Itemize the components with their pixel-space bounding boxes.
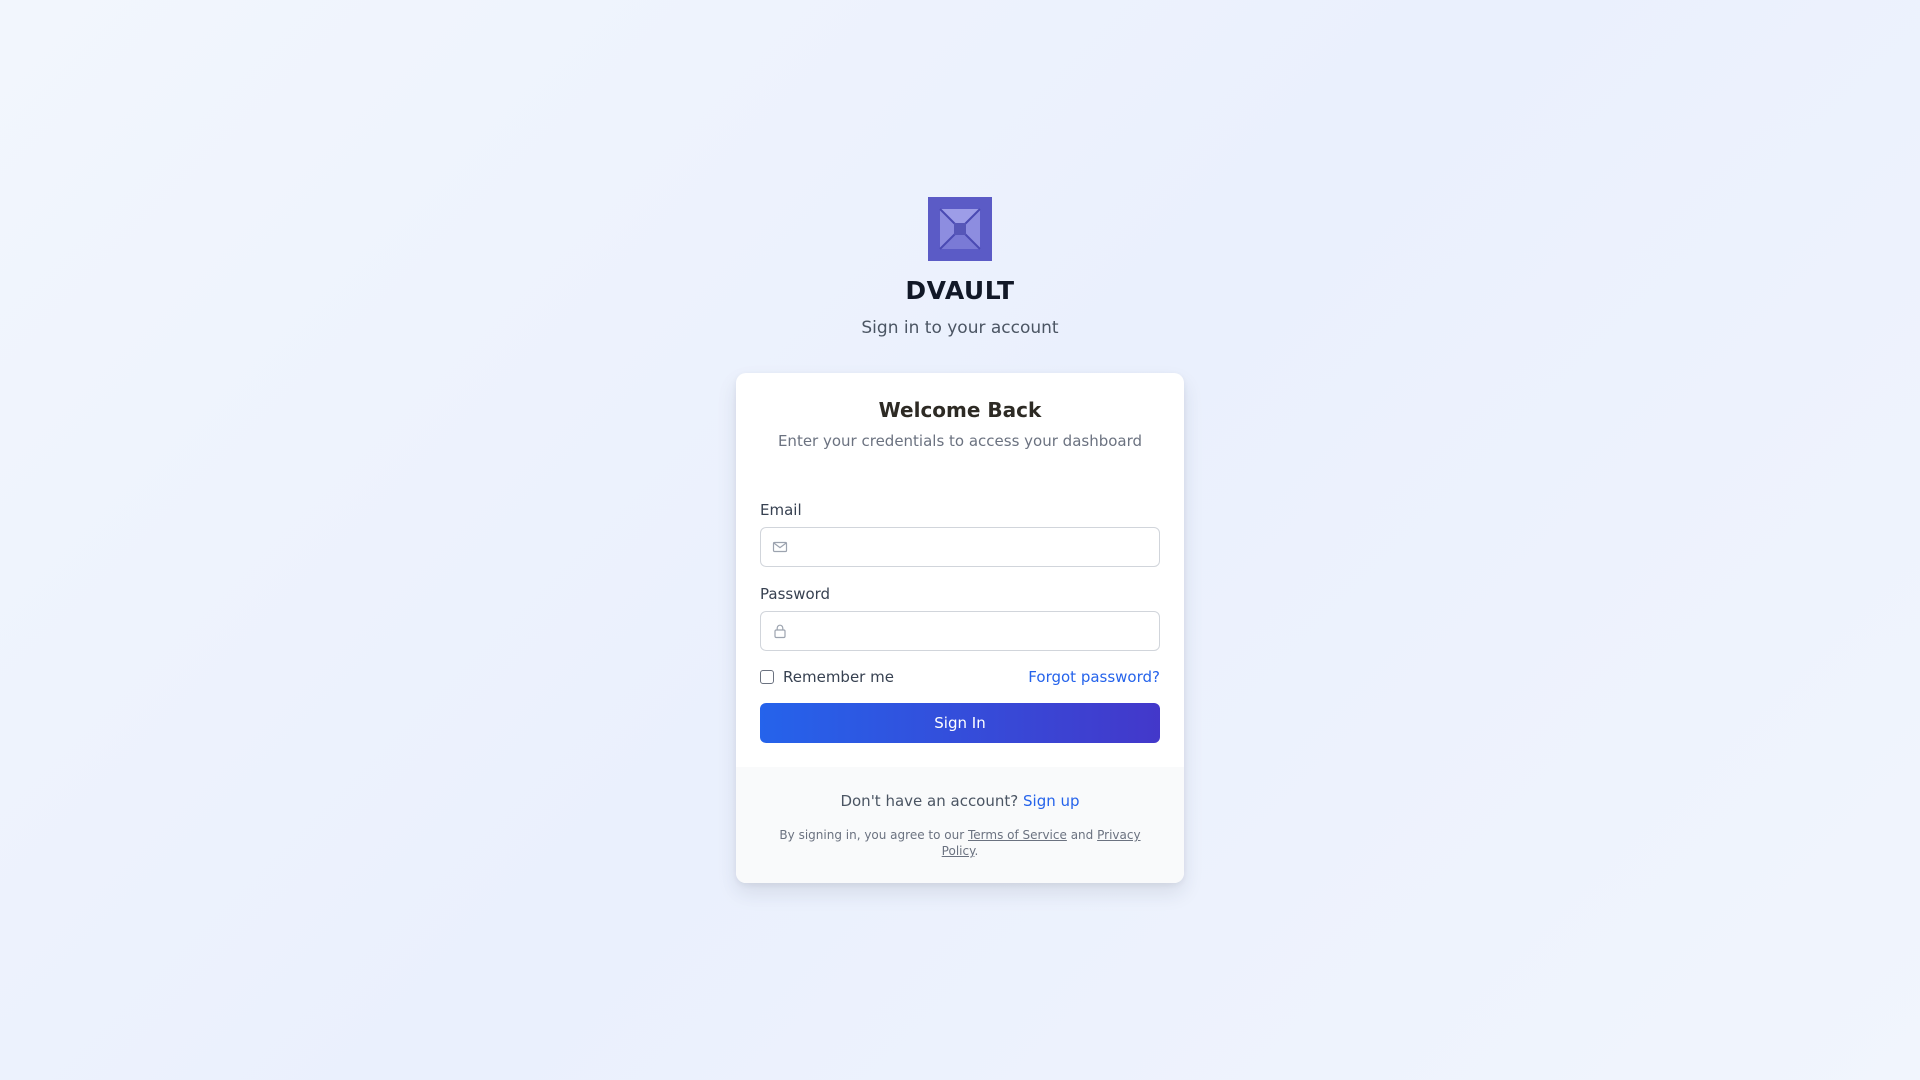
signup-prompt-text: Don't have an account?	[840, 792, 1019, 810]
signup-prompt: Don't have an account? Sign up	[736, 792, 1184, 810]
email-input[interactable]	[799, 528, 1149, 566]
card-title: Welcome Back	[878, 398, 1042, 422]
login-card: Welcome Back Enter your credentials to a…	[736, 373, 1184, 883]
brand-logo	[928, 197, 992, 261]
remember-me-checkbox[interactable]	[760, 670, 774, 684]
mail-icon	[772, 541, 788, 553]
sign-up-link[interactable]: Sign up	[1023, 792, 1080, 810]
vault-logo-icon	[928, 197, 992, 261]
forgot-password-link[interactable]: Forgot password?	[1028, 668, 1160, 686]
terms-of-service-link[interactable]: Terms of Service	[968, 828, 1067, 842]
legal-suffix: .	[974, 844, 979, 858]
password-field[interactable]	[760, 611, 1160, 651]
password-input[interactable]	[799, 612, 1149, 650]
remember-me-label[interactable]: Remember me	[783, 668, 894, 686]
legal-notice: By signing in, you agree to our Terms of…	[770, 827, 1150, 859]
brand-tagline: Sign in to your account	[861, 318, 1059, 338]
password-label: Password	[760, 585, 831, 603]
email-label: Email	[760, 501, 802, 519]
brand-name: DVAULT	[905, 276, 1015, 305]
lock-icon	[774, 624, 786, 639]
legal-and: and	[1070, 828, 1094, 842]
card-subtitle: Enter your credentials to access your da…	[777, 432, 1143, 450]
remember-me[interactable]: Remember me	[760, 668, 894, 686]
card-footer: Don't have an account? Sign up By signin…	[736, 767, 1184, 883]
sign-in-button[interactable]: Sign In	[760, 703, 1160, 743]
legal-prefix: By signing in, you agree to our	[779, 828, 965, 842]
email-field[interactable]	[760, 527, 1160, 567]
